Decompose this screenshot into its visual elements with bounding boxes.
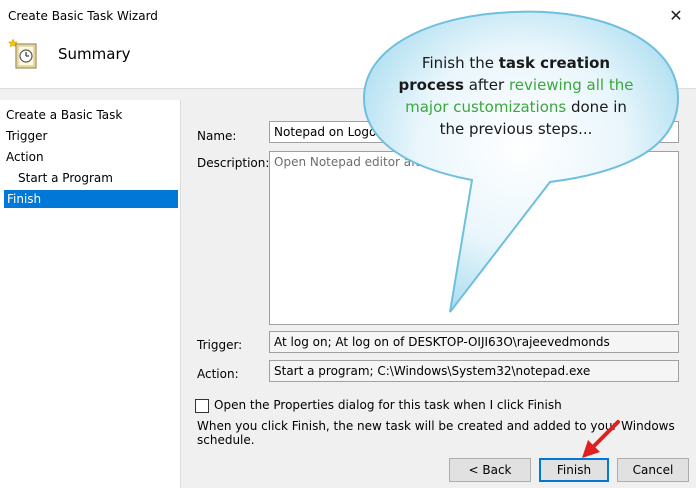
action-value: Start a program; C:\Windows\System32\not… bbox=[274, 364, 591, 378]
nav-item-create-basic-task[interactable]: Create a Basic Task bbox=[6, 106, 178, 124]
nav-item-start-program[interactable]: Start a Program bbox=[18, 169, 178, 187]
trigger-field[interactable]: At log on; At log on of DESKTOP-OIJI63O\… bbox=[269, 331, 679, 353]
description-value: Open Notepad editor after logging in to … bbox=[274, 155, 573, 169]
open-properties-checkbox[interactable] bbox=[195, 399, 209, 413]
name-value: Notepad on Logon bbox=[274, 125, 384, 139]
nav-item-finish[interactable]: Finish bbox=[4, 190, 178, 208]
title-bar: Create Basic Task Wizard ✕ bbox=[0, 0, 696, 32]
callout-part-1: Finish the bbox=[421, 54, 499, 72]
cancel-button[interactable]: Cancel bbox=[617, 458, 689, 482]
red-arrow-icon bbox=[582, 420, 620, 458]
page-title: Summary bbox=[58, 45, 131, 63]
name-label: Name: bbox=[197, 129, 237, 143]
action-label: Action: bbox=[197, 367, 239, 381]
description-field[interactable]: Open Notepad editor after logging in to … bbox=[269, 151, 679, 325]
close-icon[interactable]: ✕ bbox=[662, 2, 690, 30]
callout-part-3: after bbox=[463, 76, 509, 94]
window-title: Create Basic Task Wizard bbox=[8, 9, 158, 23]
description-label: Description: bbox=[197, 156, 270, 170]
trigger-value: At log on; At log on of DESKTOP-OIJI63O\… bbox=[274, 335, 610, 349]
nav-item-action[interactable]: Action bbox=[6, 148, 178, 166]
nav-item-trigger[interactable]: Trigger bbox=[6, 127, 178, 145]
open-properties-label[interactable]: Open the Properties dialog for this task… bbox=[214, 398, 562, 412]
back-button[interactable]: < Back bbox=[449, 458, 531, 482]
task-clock-icon bbox=[8, 38, 37, 69]
callout-text: Finish the task creation process after r… bbox=[396, 52, 636, 140]
trigger-label: Trigger: bbox=[197, 338, 243, 352]
action-field[interactable]: Start a program; C:\Windows\System32\not… bbox=[269, 360, 679, 382]
